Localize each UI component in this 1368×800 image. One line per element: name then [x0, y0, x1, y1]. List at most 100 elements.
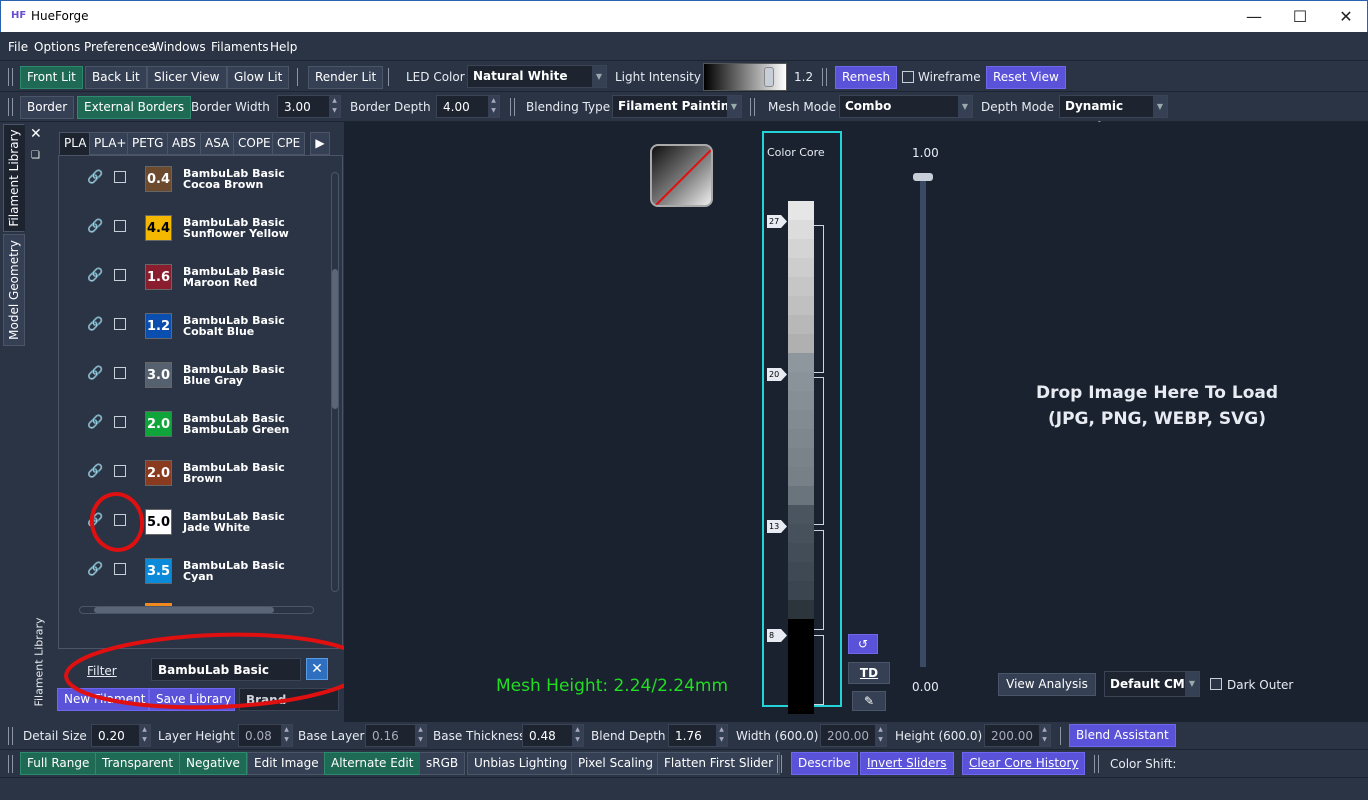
color-core-layer[interactable]: [788, 334, 814, 354]
panel-float-icon[interactable]: ❏: [31, 150, 40, 161]
blending-type-select[interactable]: Filament Painting ▼: [612, 95, 742, 118]
filament-checkbox[interactable]: [114, 269, 126, 281]
flatten-first-slider-button[interactable]: Flatten First Slider: [657, 752, 781, 775]
scrollbar-thumb[interactable]: [332, 269, 338, 409]
color-core-layer[interactable]: [788, 676, 814, 696]
tab-pla[interactable]: PLA: [59, 132, 92, 155]
clear-core-history-button[interactable]: Clear Core History: [962, 752, 1086, 775]
filament-checkbox[interactable]: [114, 465, 126, 477]
toolbar-grip[interactable]: [8, 727, 13, 745]
color-core-layer[interactable]: [788, 258, 814, 278]
color-core-layer[interactable]: [788, 562, 814, 582]
render-lit-button[interactable]: Render Lit: [308, 66, 384, 89]
menu-windows[interactable]: Windows: [152, 40, 206, 54]
edit-image-button[interactable]: Edit Image: [247, 752, 326, 775]
color-core-layer[interactable]: [788, 391, 814, 411]
filament-row[interactable]: 🔗 3.5 BambuLab Basic Cyan: [59, 554, 299, 603]
filter-input[interactable]: BambuLab Basic: [151, 658, 301, 681]
full-range-button[interactable]: Full Range: [20, 752, 97, 775]
color-core-layer[interactable]: [788, 581, 814, 601]
tab-pla-plus[interactable]: PLA+: [89, 132, 132, 155]
link-icon[interactable]: 🔗: [87, 415, 103, 430]
filament-checkbox[interactable]: [114, 367, 126, 379]
led-color-select[interactable]: Natural White 4000K▼: [467, 65, 607, 104]
layer-marker-13[interactable]: 13: [767, 520, 787, 533]
filament-checkbox[interactable]: [114, 171, 126, 183]
external-borders-button[interactable]: External Borders: [77, 96, 192, 119]
color-core-layer[interactable]: [788, 486, 814, 506]
vertical-scrollbar[interactable]: [331, 172, 339, 592]
link-icon[interactable]: 🔗: [87, 317, 103, 332]
color-core-layer[interactable]: [788, 505, 814, 525]
color-core-layer[interactable]: [788, 220, 814, 240]
spin-arrows-icon[interactable]: ▲ ▼: [875, 725, 886, 746]
filament-row[interactable]: 🔗 1.2 BambuLab Basic Cobalt Blue: [59, 309, 299, 358]
toolbar-grip[interactable]: [8, 68, 13, 86]
border-depth-input[interactable]: 4.00 ▲ ▼: [436, 95, 500, 118]
filament-checkbox[interactable]: [114, 318, 126, 330]
border-button[interactable]: Border: [20, 96, 75, 119]
color-core-layer[interactable]: [788, 695, 814, 715]
negative-button[interactable]: Negative: [179, 752, 247, 775]
layer-marker-8[interactable]: 8: [767, 629, 787, 642]
menu-help[interactable]: Help: [270, 40, 297, 54]
tab-model-geometry[interactable]: Model Geometry: [3, 234, 25, 346]
color-map-select[interactable]: Default CM ▼: [1104, 671, 1200, 697]
link-icon[interactable]: 🔗: [87, 268, 103, 283]
filament-row[interactable]: 🔗 1.6 BambuLab Basic Maroon Red: [59, 260, 299, 309]
border-width-input[interactable]: 3.00 ▲ ▼: [277, 95, 341, 118]
eraser-icon[interactable]: ✎: [852, 691, 886, 711]
back-lit-button[interactable]: Back Lit: [85, 66, 147, 89]
toolbar-grip[interactable]: [1094, 755, 1099, 773]
color-core-layer[interactable]: [788, 543, 814, 563]
color-core-layer[interactable]: [788, 429, 814, 449]
blend-depth-input[interactable]: 1.76 ▲ ▼: [668, 724, 728, 747]
slicer-view-button[interactable]: Slicer View: [147, 66, 227, 89]
layer-height-input[interactable]: 0.08 ▲ ▼: [238, 724, 293, 747]
scrollbar-thumb[interactable]: [94, 607, 274, 613]
color-core-layer[interactable]: [788, 410, 814, 430]
tab-cope[interactable]: COPE: [233, 132, 276, 155]
filament-checkbox[interactable]: [114, 220, 126, 232]
spin-arrows-icon[interactable]: ▲ ▼: [572, 725, 583, 746]
td-button[interactable]: TD: [848, 662, 890, 684]
spin-arrows-icon[interactable]: ▲ ▼: [488, 96, 499, 117]
reset-view-button[interactable]: Reset View: [986, 66, 1066, 89]
color-core-layer[interactable]: [788, 524, 814, 544]
remesh-button[interactable]: Remesh: [835, 66, 898, 89]
view-analysis-button[interactable]: View Analysis: [998, 673, 1096, 696]
color-core-layer[interactable]: [788, 372, 814, 392]
color-core-layer[interactable]: [788, 600, 814, 620]
toolbar-grip[interactable]: [777, 755, 782, 773]
toolbar-grip[interactable]: [510, 98, 515, 116]
dark-outer-checkbox[interactable]: [1210, 678, 1222, 690]
invert-sliders-button[interactable]: Invert Sliders: [860, 752, 954, 775]
filament-checkbox[interactable]: [114, 514, 126, 526]
color-core-layer[interactable]: [788, 239, 814, 259]
filament-checkbox[interactable]: [114, 416, 126, 428]
transparent-button[interactable]: Transparent: [95, 752, 181, 775]
tab-filament-library[interactable]: Filament Library: [3, 124, 25, 232]
clear-filter-icon[interactable]: ✕: [306, 658, 328, 680]
tab-abs[interactable]: ABS: [167, 132, 201, 155]
link-icon[interactable]: 🔗: [87, 219, 103, 234]
link-icon[interactable]: 🔗: [87, 513, 103, 528]
link-icon[interactable]: 🔗: [87, 464, 103, 479]
3d-viewport[interactable]: 1.00 0.00 Drop Image Here To Load (JPG, …: [344, 122, 1368, 722]
toolbar-grip[interactable]: [822, 68, 827, 86]
unbias-lighting-button[interactable]: Unbias Lighting: [467, 752, 575, 775]
light-intensity-slider[interactable]: [703, 63, 787, 91]
color-core-layer[interactable]: [788, 467, 814, 487]
spin-arrows-icon[interactable]: ▲ ▼: [415, 725, 426, 746]
height-input[interactable]: 200.00 ▲ ▼: [984, 724, 1051, 747]
color-core-layer[interactable]: [788, 638, 814, 658]
spin-arrows-icon[interactable]: ▲ ▼: [1039, 725, 1050, 746]
horizontal-scrollbar[interactable]: [79, 606, 314, 614]
spin-arrows-icon[interactable]: ▲ ▼: [329, 96, 340, 117]
mesh-mode-select[interactable]: Combo ▼: [839, 95, 973, 118]
panel-close-icon[interactable]: ✕: [30, 126, 44, 142]
wireframe-checkbox[interactable]: [902, 71, 914, 83]
glow-lit-button[interactable]: Glow Lit: [227, 66, 290, 89]
height-slider-handle[interactable]: [913, 173, 933, 181]
filament-row[interactable]: 🔗 4.4 BambuLab Basic Sunflower Yellow: [59, 211, 299, 260]
